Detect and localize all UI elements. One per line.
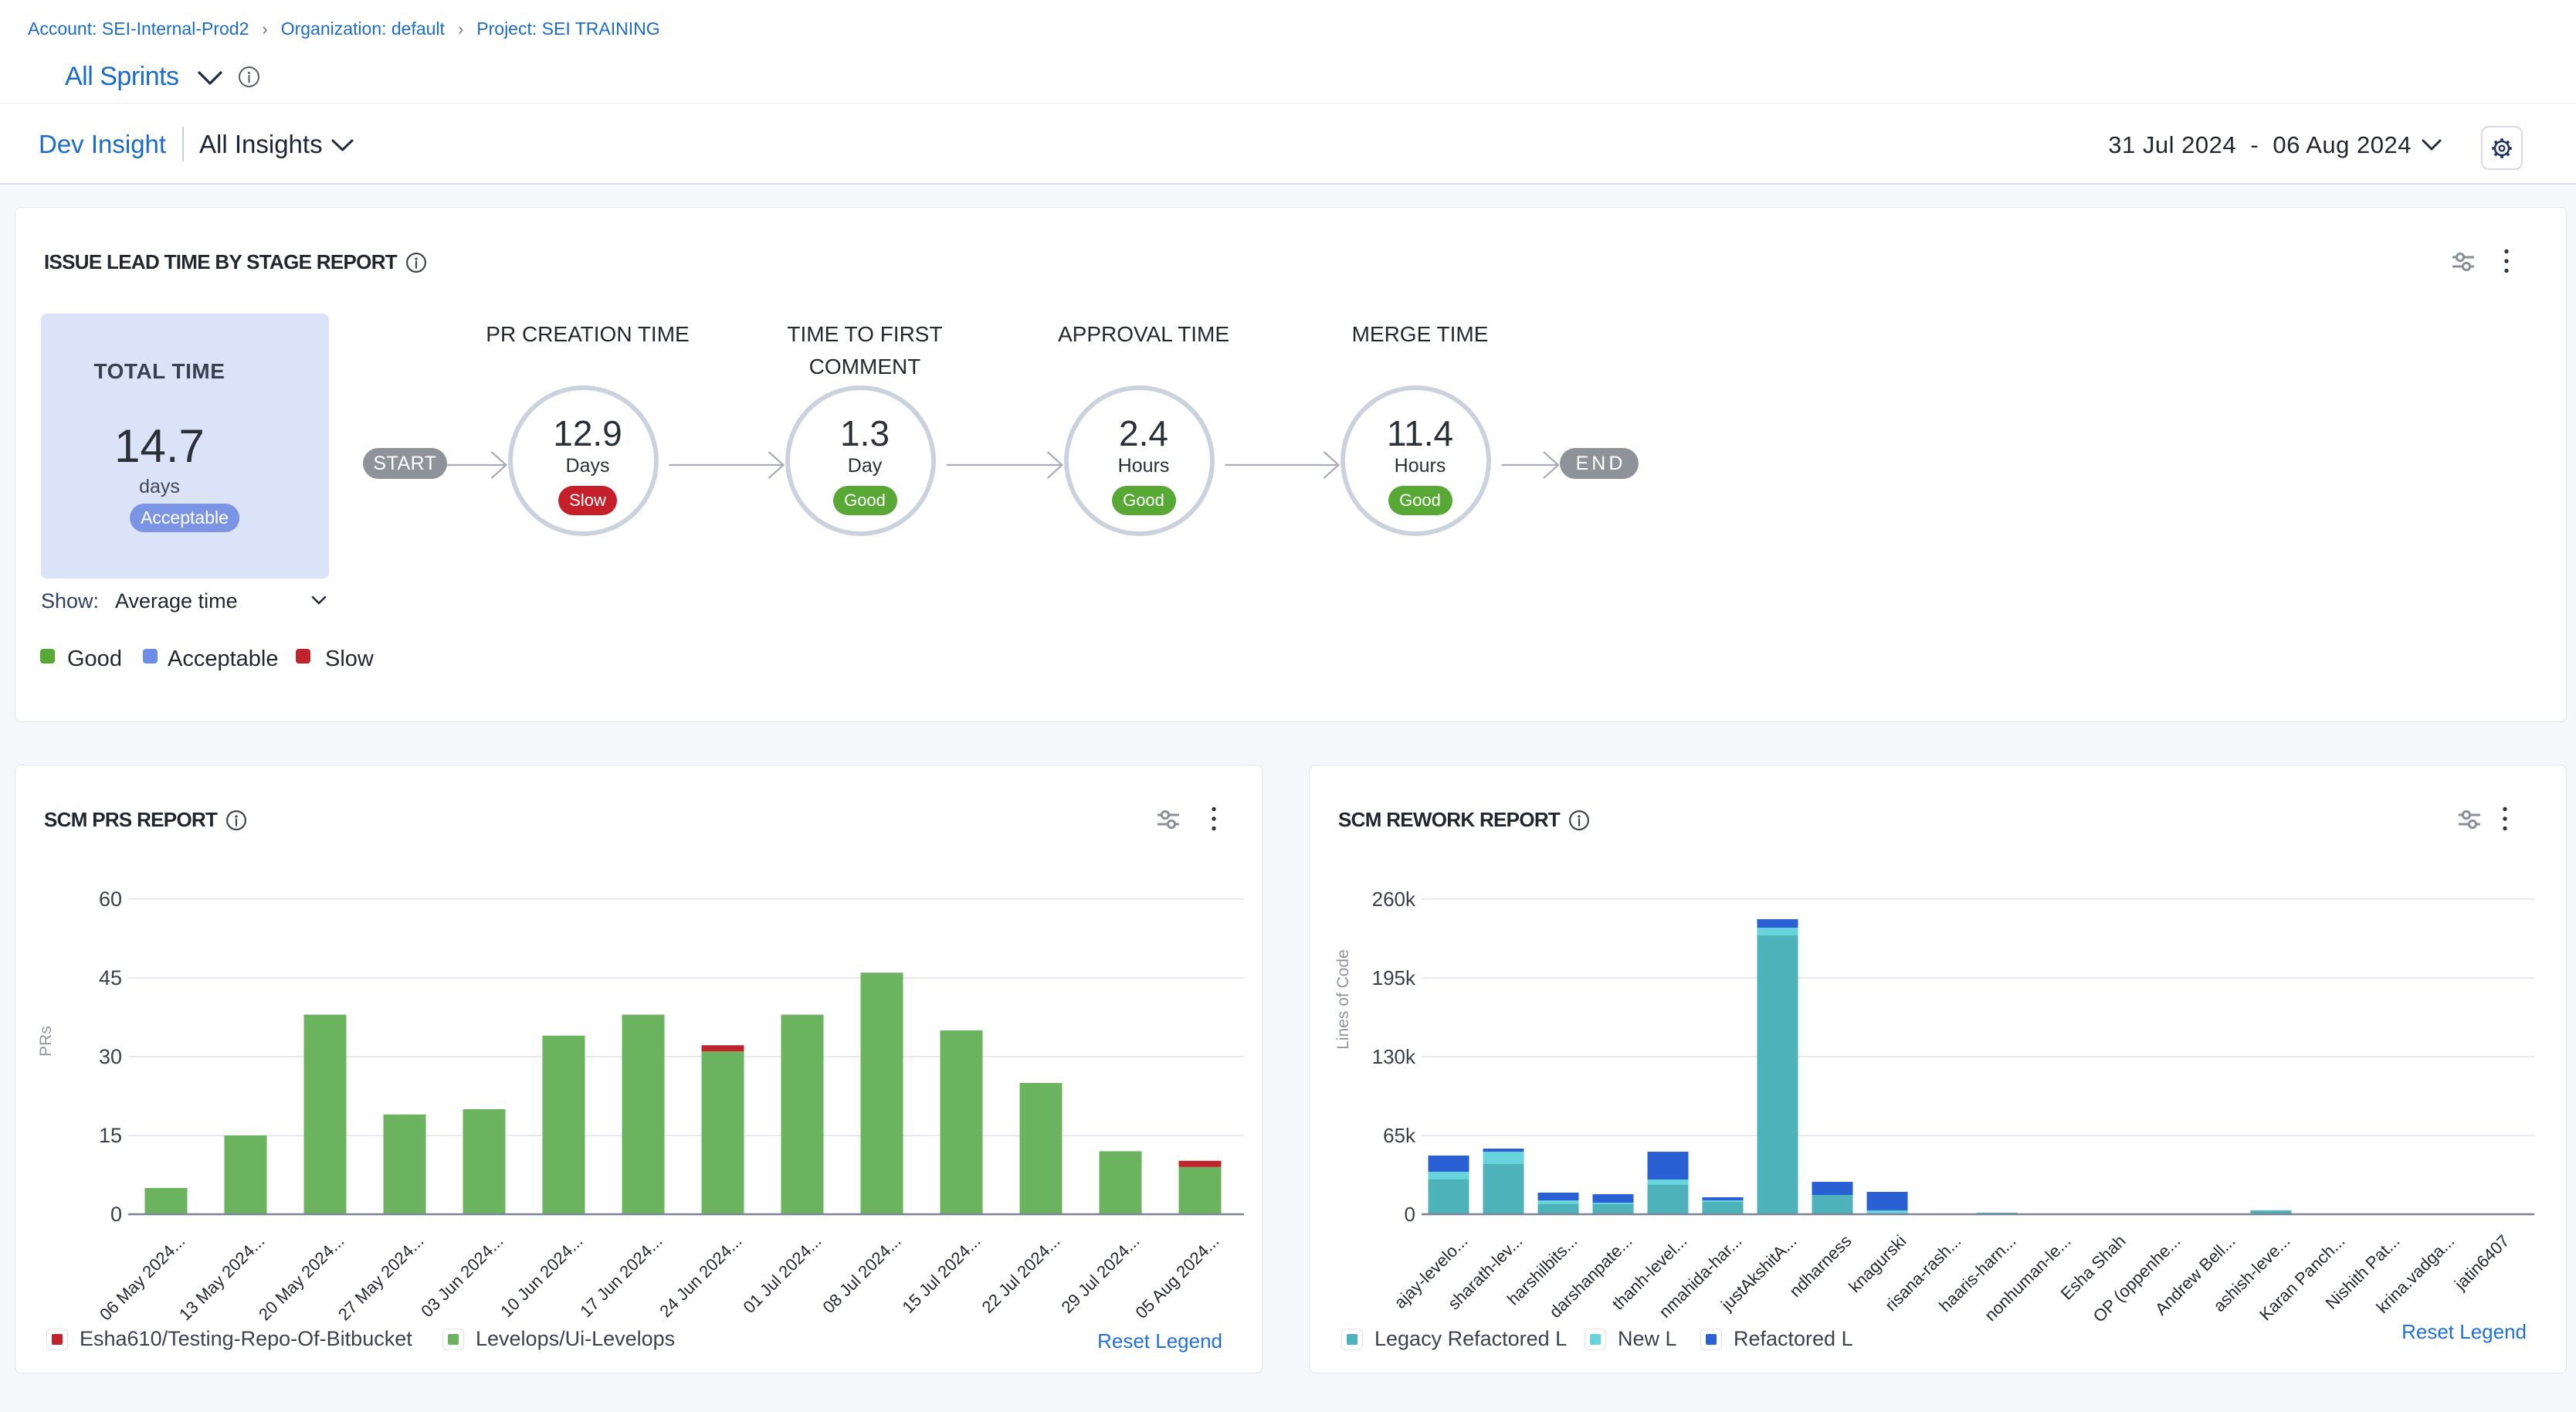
svg-text:27 May 2024...: 27 May 2024...	[334, 1231, 428, 1325]
svg-text:10 Jun 2024...: 10 Jun 2024...	[497, 1231, 586, 1321]
svg-text:0: 0	[1405, 1203, 1415, 1226]
svg-text:01 Jul 2024...: 01 Jul 2024...	[739, 1231, 825, 1317]
svg-text:0: 0	[110, 1203, 122, 1226]
svg-text:03 Jun 2024...: 03 Jun 2024...	[417, 1231, 507, 1321]
svg-text:15 Jul 2024...: 15 Jul 2024...	[898, 1231, 984, 1317]
svg-text:60: 60	[99, 888, 122, 911]
svg-text:15: 15	[99, 1124, 122, 1147]
svg-text:Lines of Code: Lines of Code	[1334, 949, 1352, 1050]
svg-text:24 Jun 2024...: 24 Jun 2024...	[656, 1231, 745, 1321]
svg-text:65k: 65k	[1383, 1124, 1416, 1147]
svg-text:08 Jul 2024...: 08 Jul 2024...	[819, 1231, 904, 1317]
svg-text:22 Jul 2024...: 22 Jul 2024...	[978, 1231, 1063, 1317]
svg-text:260k: 260k	[1372, 888, 1416, 911]
svg-text:jatin6407: jatin6407	[2450, 1231, 2513, 1295]
svg-text:05 Aug 2024...: 05 Aug 2024...	[1132, 1231, 1223, 1322]
svg-text:195k: 195k	[1372, 966, 1416, 989]
svg-text:PRs: PRs	[37, 1026, 55, 1057]
svg-text:17 Jun 2024...: 17 Jun 2024...	[576, 1231, 666, 1321]
svg-text:45: 45	[99, 966, 122, 989]
svg-text:130k: 130k	[1372, 1045, 1416, 1068]
svg-text:30: 30	[99, 1045, 122, 1068]
svg-text:29 Jul 2024...: 29 Jul 2024...	[1057, 1231, 1143, 1317]
